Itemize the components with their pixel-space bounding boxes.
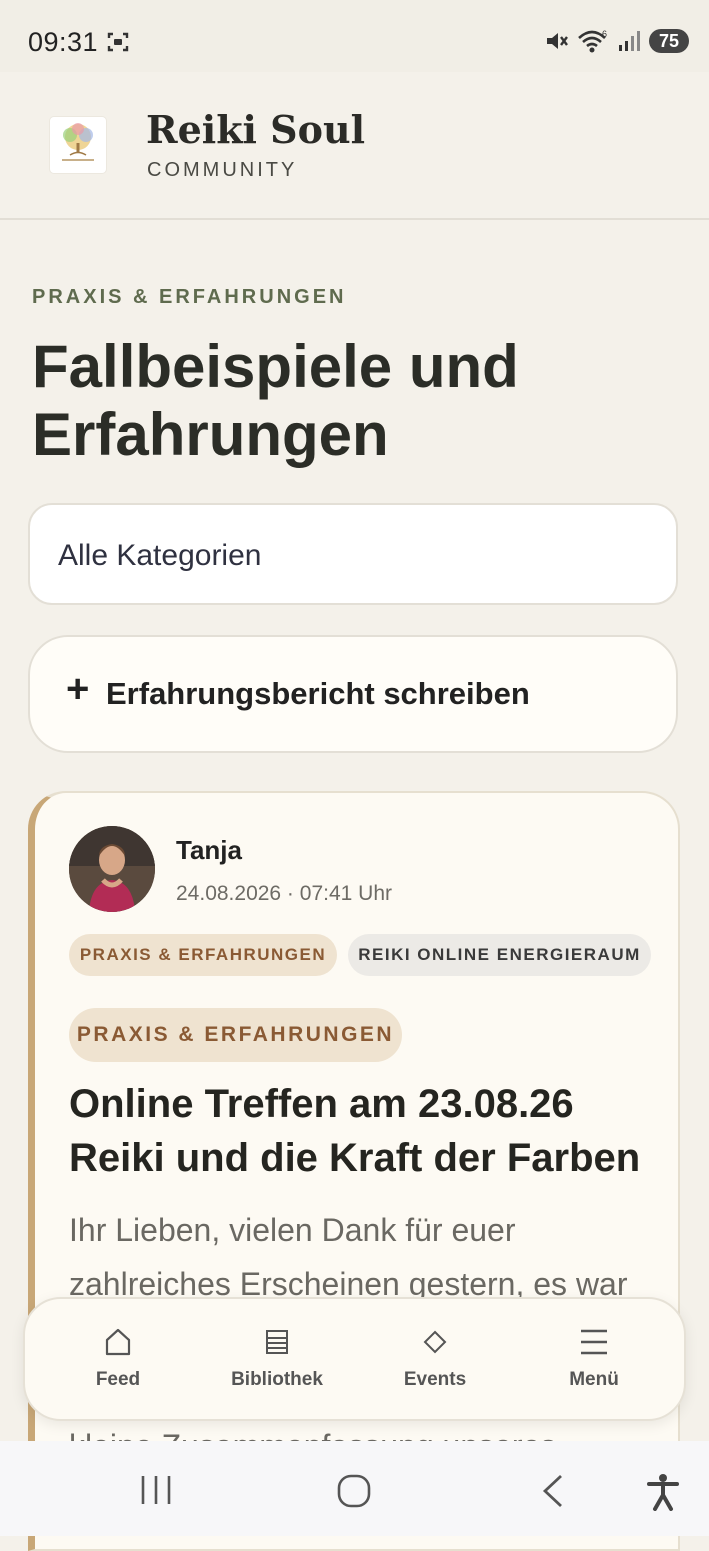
screenshot-icon [107, 32, 129, 52]
mute-icon [547, 33, 568, 49]
page-title: Fallbeispiele und Erfahrungen [32, 333, 519, 468]
post-author[interactable]: Tanja [176, 835, 242, 866]
tag-praxis[interactable]: PRAXIS & ERFAHRUNGEN [69, 934, 337, 976]
bottom-nav: Feed Bibliothek Events Menü [23, 1297, 686, 1421]
wifi-icon: 6 [578, 29, 607, 53]
nav-events[interactable]: Events [360, 1299, 510, 1423]
tree-logo-icon [62, 123, 94, 161]
recent-apps-icon[interactable] [139, 1474, 173, 1506]
section-eyebrow: PRAXIS & ERFAHRUNGEN [32, 286, 347, 308]
category-select[interactable]: Alle Kategorien [28, 503, 678, 605]
nav-bibliothek-label: Bibliothek [231, 1369, 323, 1390]
battery-icon: 75 [649, 29, 689, 53]
system-navigation-bar [0, 1441, 709, 1536]
nav-menu-label: Menü [569, 1369, 619, 1390]
nav-bibliothek[interactable]: Bibliothek [202, 1299, 352, 1423]
menu-icon [581, 1329, 607, 1355]
home-button-icon[interactable] [336, 1473, 372, 1509]
nav-feed[interactable]: Feed [43, 1299, 193, 1423]
category-badge: PRAXIS & ERFAHRUNGEN [69, 1008, 402, 1062]
tag-energieraum[interactable]: REIKI ONLINE ENERGIERAUM [348, 934, 651, 976]
accessibility-icon[interactable] [646, 1473, 680, 1511]
back-icon[interactable] [540, 1473, 566, 1509]
post-date: 24.08.2026 · 07:41 Uhr [176, 882, 392, 905]
nav-menu[interactable]: Menü [519, 1299, 669, 1423]
avatar[interactable] [69, 826, 155, 912]
write-experience-label: Erfahrungsbericht schreiben [106, 676, 530, 711]
home-icon [105, 1328, 131, 1356]
status-bar: 09:31 6 75 [0, 0, 709, 72]
category-select-value: Alle Kategorien [58, 539, 262, 572]
brand-subtitle: COMMUNITY [147, 159, 298, 181]
status-time: 09:31 [28, 27, 99, 57]
signal-icon [619, 31, 640, 51]
app-header: Reiki Soul COMMUNITY [0, 72, 709, 220]
diamond-icon [423, 1330, 447, 1354]
svg-text:6: 6 [602, 29, 607, 39]
nav-feed-label: Feed [95, 1369, 141, 1390]
post-excerpt-line: Ihr Lieben, vielen Dank für euer [69, 1212, 516, 1248]
post-card[interactable]: Tanja 24.08.2026 · 07:41 Uhr PRAXIS & ER… [28, 791, 680, 1551]
nav-events-label: Events [403, 1369, 467, 1390]
library-icon [266, 1330, 288, 1354]
status-icons: 6 75 [543, 26, 689, 56]
post-title[interactable]: Online Treffen am 23.08.26 Reiki und die… [69, 1077, 669, 1185]
write-experience-button[interactable]: + Erfahrungsbericht schreiben [28, 635, 678, 753]
plus-icon: + [66, 667, 90, 711]
brand-name: Reiki Soul [146, 107, 366, 152]
reiki-soul-logo[interactable] [50, 117, 106, 173]
